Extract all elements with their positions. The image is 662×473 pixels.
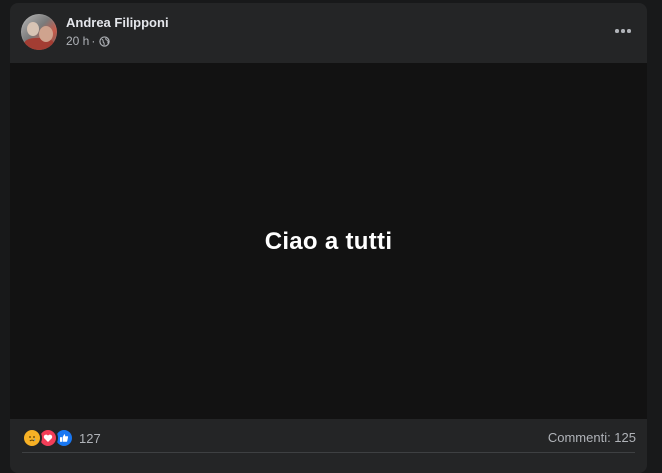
post-header: Andrea Filipponi 20 h ·: [10, 3, 647, 63]
sad-reaction-icon: [22, 428, 42, 448]
post-text: Ciao a tutti: [264, 228, 393, 255]
more-options-button[interactable]: [613, 21, 633, 41]
comments-count-link[interactable]: Commenti: 125: [548, 430, 636, 445]
post-meta: 20 h ·: [66, 34, 111, 48]
actions-divider: [22, 452, 635, 453]
meta-separator: ·: [91, 34, 96, 48]
reactions-summary[interactable]: 127: [22, 428, 101, 448]
author-name[interactable]: Andrea Filipponi: [66, 15, 169, 30]
more-dot-icon: [627, 29, 631, 33]
more-dot-icon: [615, 29, 619, 33]
reaction-count: 127: [79, 430, 101, 446]
post-card: Andrea Filipponi 20 h · Ciao a tutti 127…: [10, 3, 647, 473]
globe-icon[interactable]: [99, 35, 111, 47]
post-content[interactable]: Ciao a tutti: [10, 63, 647, 419]
post-timestamp[interactable]: 20 h: [66, 34, 89, 48]
more-dot-icon: [621, 29, 625, 33]
post-stats: 127 Commenti: 125: [10, 419, 647, 453]
author-avatar[interactable]: [21, 14, 57, 50]
